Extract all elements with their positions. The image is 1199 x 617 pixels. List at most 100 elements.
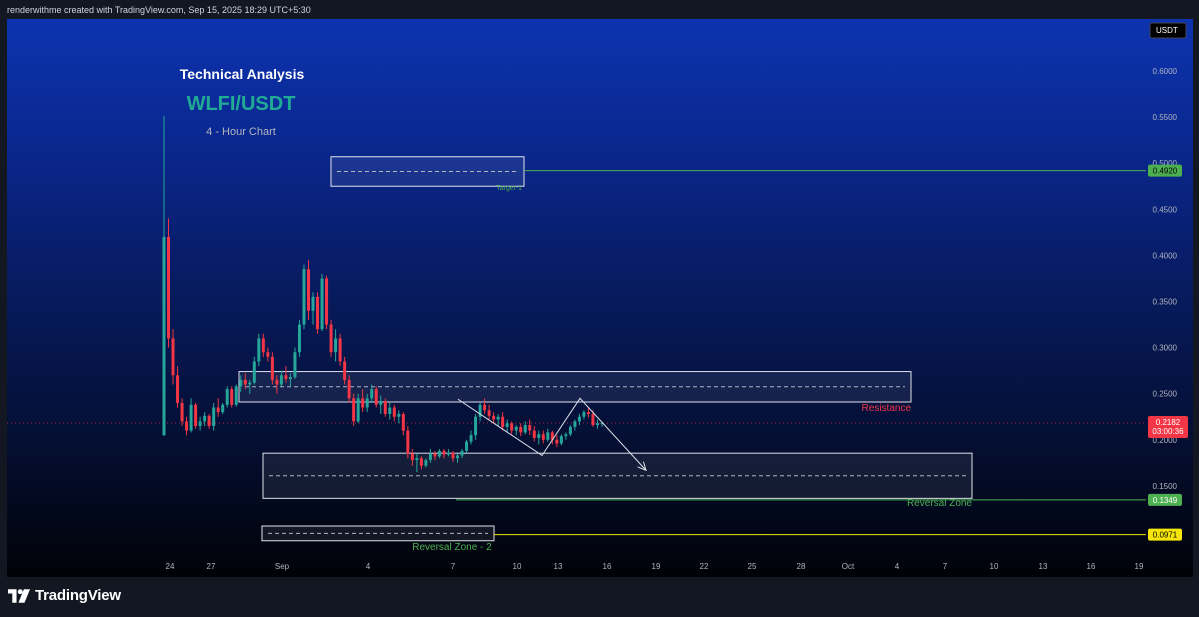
candle-body[interactable] <box>225 389 229 405</box>
candle-body[interactable] <box>546 432 550 440</box>
candle-body[interactable] <box>311 296 315 311</box>
candle-body[interactable] <box>216 407 220 413</box>
candle-body[interactable] <box>185 421 189 431</box>
candle-body[interactable] <box>325 278 329 325</box>
candle-body[interactable] <box>338 338 342 362</box>
candle-body[interactable] <box>329 324 333 353</box>
candle-body[interactable] <box>442 450 446 455</box>
candle-body[interactable] <box>392 407 396 417</box>
candle-body[interactable] <box>167 236 171 339</box>
candle-body[interactable] <box>221 404 225 413</box>
candle-body[interactable] <box>456 455 460 459</box>
candle-body[interactable] <box>528 425 532 431</box>
candle-body[interactable] <box>505 423 509 427</box>
candle-body[interactable] <box>415 458 419 461</box>
candle-body[interactable] <box>279 375 283 385</box>
level-tag-label: 0.0971 <box>1153 531 1178 540</box>
candle-body[interactable] <box>419 458 423 466</box>
candle-body[interactable] <box>446 452 450 455</box>
candle-body[interactable] <box>334 338 338 353</box>
candle-body[interactable] <box>451 452 455 459</box>
candle-body[interactable] <box>595 423 599 426</box>
candle-body[interactable] <box>379 401 383 405</box>
candle-body[interactable] <box>428 453 432 461</box>
candle-body[interactable] <box>266 352 270 357</box>
candle-body[interactable] <box>487 410 491 416</box>
candle-body[interactable] <box>410 453 414 461</box>
candle-body[interactable] <box>347 379 351 399</box>
candle-body[interactable] <box>465 441 469 451</box>
candle-body[interactable] <box>510 423 514 431</box>
candle-body[interactable] <box>261 338 265 353</box>
candle-body[interactable] <box>532 430 536 438</box>
candle-body[interactable] <box>541 434 545 440</box>
candle-body[interactable] <box>568 426 572 435</box>
candle-body[interactable] <box>270 356 274 380</box>
candle-body[interactable] <box>591 413 595 426</box>
candle-body[interactable] <box>559 436 563 444</box>
candle-body[interactable] <box>501 416 505 427</box>
candle-body[interactable] <box>243 379 247 385</box>
chart-title: Technical Analysis <box>180 66 305 82</box>
candle-body[interactable] <box>361 398 365 408</box>
candle-body[interactable] <box>297 324 301 353</box>
candle-body[interactable] <box>406 430 410 454</box>
candle-body[interactable] <box>248 382 252 385</box>
candle-body[interactable] <box>252 361 256 383</box>
candle-body[interactable] <box>582 412 586 417</box>
candle-body[interactable] <box>537 434 541 438</box>
candle-body[interactable] <box>176 375 180 403</box>
candle-body[interactable] <box>577 416 581 422</box>
zone-label: Target-1 <box>496 185 522 192</box>
candle-body[interactable] <box>343 361 347 380</box>
candle-body[interactable] <box>401 413 405 431</box>
candle-body[interactable] <box>212 407 216 426</box>
candle-body[interactable] <box>433 453 437 457</box>
candle-body[interactable] <box>356 398 360 422</box>
candle-body[interactable] <box>555 439 559 444</box>
candle-body[interactable] <box>492 415 496 420</box>
candle-body[interactable] <box>203 415 207 422</box>
candle-body[interactable] <box>275 379 279 385</box>
candle-body[interactable] <box>171 338 175 376</box>
candle-body[interactable] <box>424 460 428 466</box>
candle-body[interactable] <box>207 415 211 426</box>
candle-body[interactable] <box>519 426 523 433</box>
candle-body[interactable] <box>234 386 238 405</box>
candle-body[interactable] <box>230 389 234 405</box>
x-tick-label: 25 <box>748 562 757 571</box>
candle-body[interactable] <box>383 401 387 414</box>
candle-body[interactable] <box>469 435 473 442</box>
candle-body[interactable] <box>370 389 374 399</box>
candle-body[interactable] <box>316 296 320 330</box>
candle-body[interactable] <box>573 421 577 427</box>
candle-body[interactable] <box>288 377 292 379</box>
candle-body[interactable] <box>483 404 487 411</box>
candle-body[interactable] <box>514 426 518 431</box>
candle-body[interactable] <box>388 407 392 414</box>
candle-body[interactable] <box>586 412 590 414</box>
candle-body[interactable] <box>460 450 464 456</box>
candle-body[interactable] <box>523 425 527 433</box>
candle-body[interactable] <box>320 278 324 330</box>
candle-body[interactable] <box>474 416 478 436</box>
candle-body[interactable] <box>397 413 401 417</box>
candle-body[interactable] <box>194 404 198 426</box>
candle-body[interactable] <box>306 269 310 311</box>
x-tick-label: Oct <box>842 562 855 571</box>
candle-body[interactable] <box>293 352 297 378</box>
candle-body[interactable] <box>365 398 369 408</box>
candle-body[interactable] <box>437 450 441 457</box>
candle-body[interactable] <box>180 402 184 422</box>
candle-body[interactable] <box>496 416 500 420</box>
candle-body[interactable] <box>257 338 261 362</box>
candle-body[interactable] <box>374 389 378 405</box>
candle-body[interactable] <box>239 379 243 387</box>
candle-body[interactable] <box>564 434 568 437</box>
x-tick-label: 24 <box>166 562 175 571</box>
candle-body[interactable] <box>352 398 356 422</box>
candle-body[interactable] <box>198 421 202 426</box>
candle-body[interactable] <box>302 269 306 325</box>
candle-body[interactable] <box>189 404 193 431</box>
candle-body[interactable] <box>284 375 288 379</box>
